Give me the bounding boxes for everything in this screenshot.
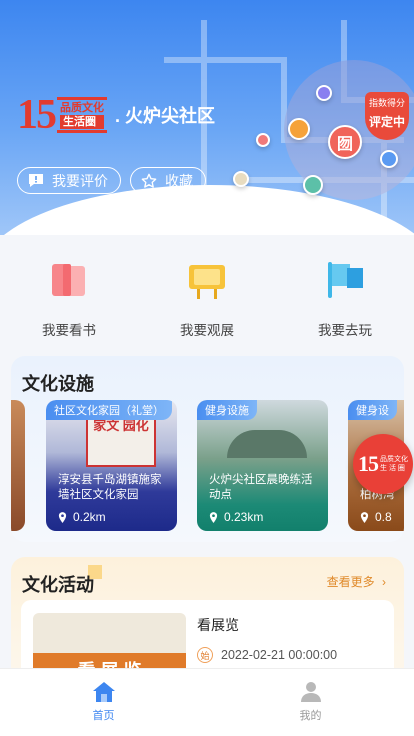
map-marker-blue[interactable] bbox=[380, 150, 398, 168]
location-pin-icon bbox=[209, 511, 218, 523]
facilities-section: 文化设施 家文 园化 社区文化家园（礼堂） 淳安县千岛湖镇施家墙社区文化家园 0… bbox=[11, 356, 404, 542]
logo-text-box: 品质文化 生活圈 bbox=[57, 97, 107, 133]
pavilion-roof bbox=[227, 430, 307, 458]
facility-tag: 健身设 bbox=[348, 400, 397, 420]
quick-entry-read-label: 我要看书 bbox=[42, 323, 96, 338]
logo-line-2: 生活圈 bbox=[60, 115, 104, 129]
facility-tag: 健身设施 bbox=[197, 400, 257, 420]
facility-card-prev[interactable] bbox=[11, 400, 25, 531]
tab-profile[interactable]: 我的 bbox=[207, 669, 414, 736]
favorite-button-label: 收藏 bbox=[165, 172, 193, 189]
view-more-link[interactable]: 查看更多 › bbox=[327, 573, 386, 590]
floating-logo-button[interactable]: 15 品质文化 生 活 圈 bbox=[353, 434, 413, 494]
facility-tag: 社区文化家园（礼堂） bbox=[46, 400, 172, 420]
location-pin-icon bbox=[58, 511, 67, 523]
quick-entry-bar: 我要看书 我要观展 我要去玩 bbox=[0, 258, 414, 339]
map-marker-beige[interactable] bbox=[233, 171, 249, 187]
facility-card[interactable]: 家文 园化 社区文化家园（礼堂） 淳安县千岛湖镇施家墙社区文化家园 0.2km bbox=[46, 400, 177, 531]
brand-logo: 15 品质文化 生活圈 . 火炉尖社区 bbox=[17, 92, 216, 138]
facility-sign: 家文 园化 bbox=[86, 412, 156, 467]
rate-button[interactable]: 我要评价 bbox=[17, 167, 121, 194]
header-banner: 15 品质文化 生活圈 . 火炉尖社区 我要评价 收藏 囫 指数得分 评定中 bbox=[0, 0, 414, 235]
tab-home-label: 首页 bbox=[92, 710, 115, 722]
map-marker-purple[interactable] bbox=[316, 85, 332, 101]
location-pin-icon bbox=[360, 511, 369, 523]
map-marker-teal[interactable] bbox=[303, 175, 323, 195]
facilities-title: 文化设施 bbox=[22, 374, 94, 394]
facility-distance-value: 0.8 bbox=[375, 510, 392, 524]
star-icon bbox=[141, 173, 157, 189]
facility-distance: 0.2km bbox=[58, 510, 106, 524]
float-logo-line-2: 生 活 圈 bbox=[380, 465, 405, 472]
facility-distance-value: 0.2km bbox=[73, 510, 106, 524]
book-icon bbox=[47, 258, 91, 302]
quick-entry-exhibit[interactable]: 我要观展 bbox=[138, 258, 276, 339]
map-marker-label: 囫 bbox=[336, 136, 353, 153]
facility-distance-value: 0.23km bbox=[224, 510, 264, 524]
facility-distance: 0.8 bbox=[360, 510, 392, 524]
home-icon bbox=[92, 682, 115, 702]
quick-entry-play[interactable]: 我要去玩 bbox=[276, 258, 414, 339]
rate-button-label: 我要评价 bbox=[52, 172, 108, 189]
bottom-tab-bar: 首页 我的 bbox=[0, 668, 414, 736]
tab-profile-label: 我的 bbox=[299, 710, 322, 722]
favorite-button[interactable]: 收藏 bbox=[130, 167, 206, 194]
quick-entry-play-label: 我要去玩 bbox=[318, 323, 372, 338]
community-name: . 火炉尖社区 bbox=[115, 106, 216, 126]
activity-start-row: 始 2022-02-21 00:00:00 bbox=[197, 647, 337, 663]
map-marker-main[interactable]: 囫 bbox=[328, 125, 362, 159]
score-badge-status: 评定中 bbox=[368, 115, 405, 129]
facility-card[interactable]: 健身设施 火炉尖社区晨晚练活动点 0.23km bbox=[197, 400, 328, 531]
facility-distance: 0.23km bbox=[209, 510, 263, 524]
chevron-right-icon: › bbox=[382, 575, 386, 589]
activity-title: 看展览 bbox=[197, 617, 239, 633]
float-logo-line-1: 品质文化 bbox=[380, 456, 408, 463]
logo-number: 15 bbox=[17, 92, 57, 138]
map-marker-pink[interactable] bbox=[256, 133, 270, 147]
comment-icon bbox=[28, 173, 44, 189]
activity-start-time: 2022-02-21 00:00:00 bbox=[221, 648, 338, 662]
tab-home[interactable]: 首页 bbox=[0, 669, 207, 736]
flag-icon bbox=[323, 258, 367, 302]
quick-entry-read[interactable]: 我要看书 bbox=[0, 258, 138, 339]
activities-title: 文化活动 bbox=[22, 575, 94, 595]
map-marker-orange[interactable] bbox=[288, 118, 310, 140]
logo-line-1: 品质文化 bbox=[60, 102, 104, 114]
user-icon bbox=[300, 682, 321, 702]
score-badge: 指数得分 评定中 bbox=[365, 92, 409, 140]
start-badge: 始 bbox=[197, 647, 213, 663]
facility-name: 火炉尖社区晨晚练活动点 bbox=[209, 474, 313, 501]
easel-icon bbox=[185, 258, 229, 302]
view-more-label: 查看更多 bbox=[326, 575, 375, 589]
float-logo-number: 15 bbox=[358, 451, 379, 476]
facilities-carousel[interactable]: 家文 园化 社区文化家园（礼堂） 淳安县千岛湖镇施家墙社区文化家园 0.2km … bbox=[11, 400, 404, 533]
quick-entry-exhibit-label: 我要观展 bbox=[180, 323, 234, 338]
score-badge-title: 指数得分 bbox=[368, 98, 405, 108]
facility-name: 淳安县千岛湖镇施家墙社区文化家园 bbox=[58, 474, 162, 501]
